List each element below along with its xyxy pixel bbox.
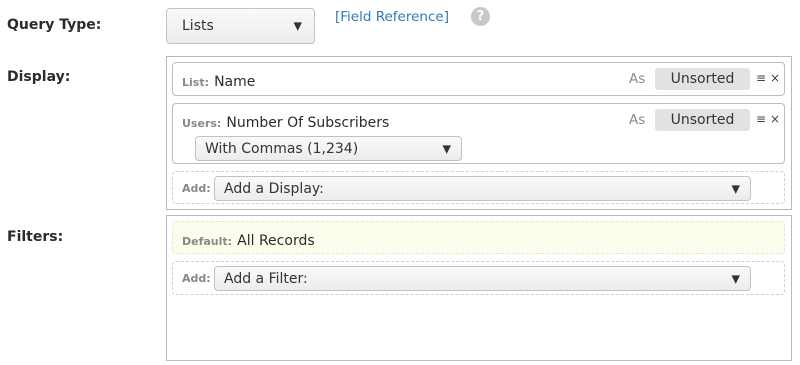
format-value: With Commas (1,234) [205,140,359,157]
reorder-icon[interactable]: ≡ [756,112,766,126]
display-item-tag: Users: [182,117,222,130]
default-tag: Default: [182,235,233,248]
add-tag: Add: [182,182,211,195]
add-display-row: Add: Add a Display: ▼ [172,171,785,204]
display-item-field: Number Of Subscribers [226,115,390,131]
query-type-label: Query Type: [7,17,102,33]
format-select[interactable]: With Commas (1,234) ▼ [195,136,462,161]
chevron-down-icon: ▼ [442,142,451,155]
display-panel: List: Name As Unsorted ≡ × Users: Number… [166,56,792,210]
default-filter-row: Default: All Records [172,221,785,254]
add-filter-placeholder: Add a Filter: [224,270,308,287]
display-item-tag: List: [182,76,209,89]
filters-label: Filters: [7,229,64,245]
add-tag: Add: [182,272,211,285]
add-filter-row: Add: Add a Filter: ▼ [172,261,785,295]
add-display-placeholder: Add a Display: [224,180,324,197]
remove-icon[interactable]: × [770,112,780,126]
remove-icon[interactable]: × [770,71,780,85]
filters-panel: Default: All Records Add: Add a Filter: … [166,215,792,361]
chevron-down-icon: ▼ [293,19,302,33]
add-display-select[interactable]: Add a Display: ▼ [214,176,751,201]
display-item-field: Name [214,74,256,90]
as-label: As [629,112,646,128]
chevron-down-icon: ▼ [731,182,740,195]
help-icon[interactable]: ? [471,7,490,26]
add-filter-select[interactable]: Add a Filter: ▼ [214,266,751,291]
chevron-down-icon: ▼ [731,272,740,285]
as-label: As [629,71,646,87]
display-label: Display: [7,69,71,85]
display-item-list-name: List: Name As Unsorted ≡ × [172,62,785,96]
display-item-users-subscribers: Users: Number Of Subscribers As Unsorted… [172,103,785,164]
sort-button[interactable]: Unsorted [655,68,750,90]
field-reference-link[interactable]: [Field Reference] [335,9,449,25]
reorder-icon[interactable]: ≡ [756,71,766,85]
query-type-select[interactable]: Lists ▼ [166,8,315,44]
default-filter-value: All Records [237,233,315,249]
query-type-value: Lists [182,18,214,34]
sort-button[interactable]: Unsorted [655,109,750,131]
